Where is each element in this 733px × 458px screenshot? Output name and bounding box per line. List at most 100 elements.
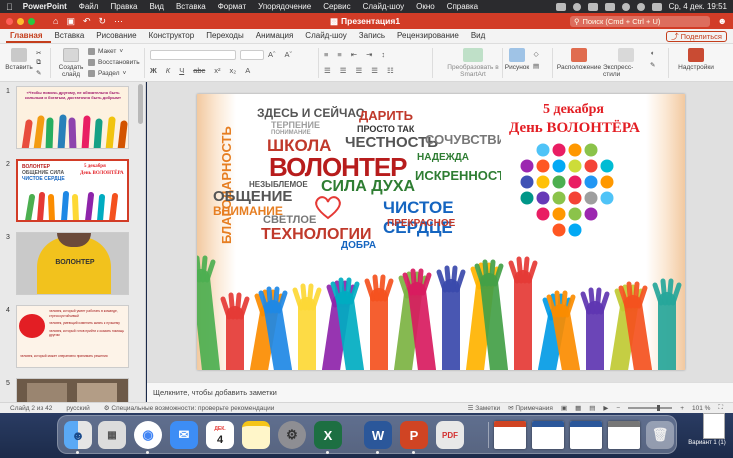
reset-button[interactable]: Восстановить — [88, 59, 140, 66]
tab-view[interactable]: Вид — [467, 31, 493, 43]
zoom-level[interactable]: 101 % — [692, 405, 710, 412]
underline-icon[interactable]: Ч — [179, 66, 184, 75]
zoom-slider-thumb[interactable] — [657, 405, 661, 411]
quick-styles-button[interactable]: Экспресс-стили — [603, 48, 649, 78]
superscript-icon[interactable]: x² — [214, 66, 220, 75]
columns-icon[interactable]: ☷ — [387, 66, 394, 75]
strikethrough-icon[interactable]: abc — [193, 66, 205, 75]
numbering-icon[interactable]: ≡ — [337, 50, 341, 59]
reading-view-icon[interactable]: ▤ — [589, 404, 595, 412]
zoom-window-button[interactable] — [28, 17, 35, 25]
menu-tools[interactable]: Сервис — [323, 2, 350, 11]
menu-help[interactable]: Справка — [447, 2, 478, 11]
slide-editor[interactable]: БЛАГОДАРНОСТЬ ЗДЕСЬ И СЕЙЧАС ТЕРПЕНИЕ ПО… — [147, 82, 733, 382]
menu-format[interactable]: Формат — [218, 2, 246, 11]
increase-font-icon[interactable]: Aˆ — [268, 50, 276, 59]
language-indicator[interactable]: русский — [66, 405, 89, 412]
notes-pane[interactable]: Щелкните, чтобы добавить заметки — [147, 382, 733, 402]
mail-icon[interactable]: ✉ — [170, 421, 198, 449]
minimized-window-2[interactable] — [532, 421, 564, 449]
comments-toggle[interactable]: ✉ Примечания — [508, 404, 553, 412]
outline-color-icon[interactable]: ✎ — [650, 61, 655, 69]
trash-icon[interactable]: 🗑 — [646, 421, 674, 449]
bullets-icon[interactable]: ≡ — [324, 50, 328, 59]
chrome-icon[interactable]: ◉ — [134, 421, 162, 449]
zoom-in-icon[interactable]: + — [680, 405, 684, 412]
zoom-slider[interactable] — [628, 405, 673, 411]
subscript-icon[interactable]: x₂ — [230, 66, 237, 75]
home-icon[interactable]: ⌂ — [53, 16, 58, 27]
tab-animations[interactable]: Анимация — [252, 31, 302, 43]
font-size-select[interactable] — [240, 50, 264, 60]
slide-thumbnail-1[interactable]: «Чтобы помочь другому, не обязательно бы… — [16, 86, 129, 149]
section-button[interactable]: Раздел ˅ — [88, 70, 126, 77]
calendar-icon[interactable]: ДЕК. 4 — [206, 421, 234, 449]
undo-icon[interactable]: ↶ — [83, 16, 91, 27]
align-right-icon[interactable]: ☰ — [355, 66, 362, 75]
minimized-window-3[interactable] — [570, 421, 602, 449]
minimized-window-1[interactable] — [494, 421, 526, 449]
zoom-out-icon[interactable]: − — [616, 405, 620, 412]
align-left-icon[interactable]: ☰ — [324, 66, 331, 75]
accessibility-indicator[interactable]: ⚙ Специальные возможности: проверьте рек… — [104, 404, 275, 412]
decrease-font-icon[interactable]: Aˇ — [285, 50, 293, 59]
slide-thumbnail-3[interactable]: ВОЛОНТЕР — [16, 232, 129, 295]
font-color-icon[interactable]: A — [245, 66, 250, 75]
menu-app-name[interactable]: PowerPoint — [23, 2, 67, 11]
spotlight-icon[interactable] — [636, 2, 645, 11]
slide-thumbnail-2[interactable]: ВОЛОНТЕР ОБЩЕНИЕ СИЛА ЧИСТОЕ СЕРДЦЕ 5 дека… — [16, 159, 129, 222]
menu-slideshow[interactable]: Слайд-шоу — [363, 2, 404, 11]
word-icon[interactable]: W — [364, 421, 392, 449]
tab-draw[interactable]: Рисование — [92, 31, 144, 43]
slide-sorter-icon[interactable]: ▦ — [575, 404, 581, 412]
system-settings-icon[interactable]: ⚙ — [278, 421, 306, 449]
paste-button[interactable]: Вставить — [5, 48, 33, 71]
tray-status-icon[interactable] — [572, 2, 581, 11]
account-icon[interactable]: ☻ — [718, 16, 727, 26]
menu-arrange[interactable]: Упорядочение — [258, 2, 311, 11]
apple-icon[interactable]:  — [6, 2, 13, 12]
tab-insert[interactable]: Вставка — [51, 31, 93, 43]
search-box[interactable]: ⚲ Поиск (Cmd + Ctrl + U) — [570, 15, 710, 27]
wifi-icon[interactable] — [621, 2, 630, 11]
current-slide[interactable]: БЛАГОДАРНОСТЬ ЗДЕСЬ И СЕЙЧАС ТЕРПЕНИЕ ПО… — [197, 94, 685, 370]
minimize-window-button[interactable] — [17, 17, 24, 25]
fit-slide-icon[interactable]: ⛶ — [718, 404, 723, 412]
notes-toggle[interactable]: ☰ Заметки — [468, 404, 501, 412]
finder-icon[interactable]: ☻ — [64, 421, 92, 449]
tab-review[interactable]: Рецензирование — [393, 31, 467, 43]
justify-icon[interactable]: ☰ — [371, 66, 378, 75]
tray-keyboard-icon[interactable] — [587, 2, 598, 11]
menu-insert[interactable]: Вставка — [176, 2, 206, 11]
fill-color-icon[interactable]: ◐ — [651, 50, 655, 57]
close-window-button[interactable] — [6, 17, 13, 25]
excel-icon[interactable]: X — [314, 421, 342, 449]
battery-icon[interactable] — [604, 2, 615, 11]
pdf-app-icon[interactable]: PDF — [436, 421, 464, 449]
normal-view-icon[interactable]: ▣ — [561, 404, 567, 412]
italic-icon[interactable]: К — [166, 66, 170, 75]
tray-app-icon[interactable] — [555, 2, 566, 11]
slide-thumbnail-5[interactable] — [16, 378, 129, 402]
tab-record[interactable]: Запись — [355, 31, 393, 43]
shapes-icon[interactable]: ◇ — [534, 50, 539, 58]
menu-edit[interactable]: Правка — [110, 2, 137, 11]
desktop-file[interactable]: Вариант 1 (1) — [688, 413, 729, 447]
addins-button[interactable]: Надстройки — [676, 48, 716, 71]
cut-icon[interactable]: ✂ — [36, 49, 41, 57]
powerpoint-icon[interactable]: P — [400, 421, 428, 449]
format-painter-icon[interactable]: ✎ — [36, 69, 41, 77]
clock[interactable]: Ср, 4 дек. 19:51 — [669, 2, 727, 11]
minimized-window-4[interactable] — [608, 421, 640, 449]
layout-button[interactable]: Макет ˅ — [88, 48, 123, 55]
share-button[interactable]: ⤴ Поделиться — [666, 31, 727, 42]
thumbnails-scrollbar[interactable] — [138, 84, 143, 124]
slideshow-icon[interactable]: ▶ — [603, 404, 608, 412]
tab-transitions[interactable]: Переходы — [202, 31, 252, 43]
tab-design[interactable]: Конструктор — [145, 31, 203, 43]
menu-window[interactable]: Окно — [416, 2, 435, 11]
control-center-icon[interactable] — [651, 2, 662, 11]
align-center-icon[interactable]: ☰ — [340, 66, 347, 75]
font-family-select[interactable] — [150, 50, 236, 60]
new-slide-button[interactable]: Создать слайд — [56, 48, 86, 78]
